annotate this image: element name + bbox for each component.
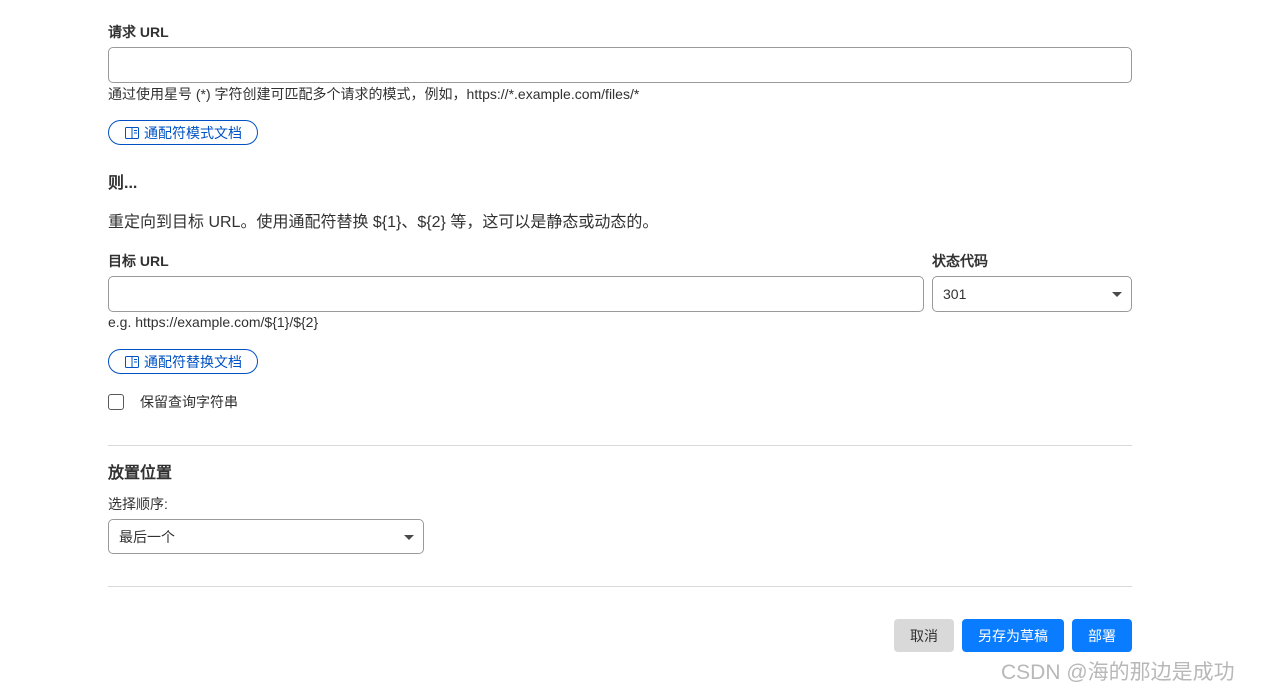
status-code-label: 状态代码 [932,253,988,269]
order-select-value: 最后一个 [119,528,175,545]
watermark: CSDN @海的那边是成功 [1001,661,1235,684]
request-url-label: 请求 URL [108,24,169,40]
request-url-input[interactable] [108,47,1132,83]
redirect-rule-form: 请求 URL 通过使用星号 (*) 字符创建可匹配多个请求的模式，例如，http… [0,0,1269,695]
target-url-label: 目标 URL [108,253,169,269]
preserve-query-checkbox[interactable] [108,394,124,410]
wildcard-pattern-docs-label: 通配符模式文档 [144,124,242,141]
status-code-select[interactable]: 301 [932,276,1132,312]
wildcard-replacement-docs-label: 通配符替换文档 [144,353,242,370]
cancel-button[interactable]: 取消 [894,619,954,652]
section-divider [108,445,1132,446]
save-draft-button[interactable]: 另存为草稿 [962,619,1064,652]
wildcard-pattern-docs-link[interactable]: 通配符模式文档 [108,120,258,145]
deploy-button[interactable]: 部署 [1072,619,1132,652]
status-code-value: 301 [943,286,967,302]
then-section-title: 则... [108,175,138,192]
request-url-hint: 通过使用星号 (*) 字符创建可匹配多个请求的模式，例如，https://*.e… [108,86,640,102]
target-url-hint: e.g. https://example.com/${1}/${2} [108,314,319,330]
preserve-query-label: 保留查询字符串 [140,394,238,410]
chevron-down-icon [404,535,414,540]
placement-section-title: 放置位置 [108,465,173,482]
order-label: 选择顺序: [108,496,168,512]
then-description: 重定向到目标 URL。使用通配符替换 ${1}、${2} 等，这可以是静态或动态… [108,214,659,231]
wildcard-replacement-docs-link[interactable]: 通配符替换文档 [108,349,258,374]
footer-divider [108,586,1132,587]
target-url-input[interactable] [108,276,924,312]
book-icon [125,355,139,368]
chevron-down-icon [1112,292,1122,297]
order-select[interactable]: 最后一个 [108,519,424,554]
book-icon [125,126,139,139]
